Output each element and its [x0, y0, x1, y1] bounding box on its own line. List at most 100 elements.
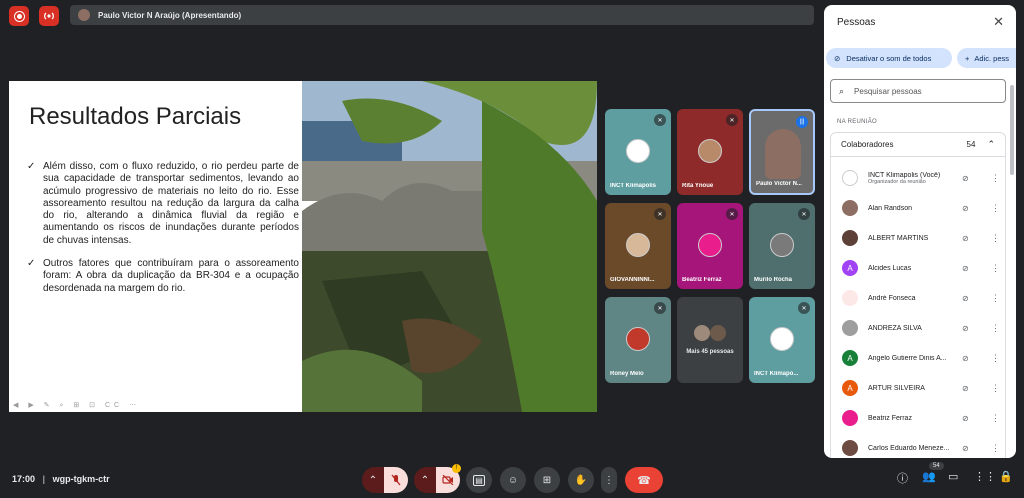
avatar: [626, 233, 650, 257]
slide-bullet: Outros fatores que contribuíram para o a…: [27, 258, 299, 295]
meeting-code: wgp-tgkm-ctr: [52, 474, 110, 484]
reactions-button[interactable]: ☺: [500, 467, 526, 493]
mic-off-icon: ⊘: [962, 443, 969, 453]
activities-icon[interactable]: ⋮⋮: [974, 470, 996, 483]
cc-button[interactable]: CC: [105, 402, 123, 409]
participant-name: INCT Klimapo...: [754, 371, 799, 377]
record-icon[interactable]: [9, 6, 29, 26]
participant-row[interactable]: A Angelo Gutierre Dinis A... ⊘ ⋮: [831, 343, 1007, 373]
search-placeholder: Pesquisar pessoas: [854, 86, 922, 96]
add-people-label: Adic. pess: [974, 53, 1009, 63]
participant-name-block: ANDREZA SILVA: [868, 325, 956, 332]
participant-name: Murilo Rocha: [754, 277, 793, 283]
chevron-up-icon[interactable]: ⌃: [987, 139, 995, 150]
participant-tile[interactable]: ✕ INCT Klimapo...: [749, 297, 815, 383]
avatar: [842, 410, 858, 426]
participant-tile[interactable]: ✕ Beatriz Ferraz: [677, 203, 743, 289]
more-vert-icon[interactable]: ⋮: [991, 203, 1000, 214]
avatar: [842, 320, 858, 336]
hang-up-icon: ☎: [637, 474, 651, 487]
more-vert-icon[interactable]: ⋮: [991, 323, 1000, 334]
participant-row[interactable]: André Fonseca ⊘ ⋮: [831, 283, 1007, 313]
more-vert-icon[interactable]: ⋮: [991, 173, 1000, 184]
chat-icon[interactable]: ▭: [948, 470, 958, 483]
avatar: [842, 200, 858, 216]
participant-tile[interactable]: ✕ Rita Ynoue: [677, 109, 743, 195]
mic-off-icon: ✕: [654, 114, 666, 126]
present-button[interactable]: ⊞: [534, 467, 560, 493]
participant-row[interactable]: A Alcides Lucas ⊘ ⋮: [831, 253, 1007, 283]
more-vert-icon[interactable]: ⋮: [991, 293, 1000, 304]
presenting-banner[interactable]: Paulo Victor N Araújo (Apresentando): [70, 5, 814, 25]
participant-row[interactable]: Carlos Eduardo Meneze... ⊘ ⋮: [831, 433, 1007, 458]
close-icon[interactable]: ✕: [993, 14, 1004, 30]
live-stream-icon[interactable]: [39, 6, 59, 26]
participant-name-block: Carlos Eduardo Meneze...: [868, 445, 956, 452]
more-vert-icon[interactable]: ⋮: [991, 233, 1000, 244]
participant-row[interactable]: Beatriz Ferraz ⊘ ⋮: [831, 403, 1007, 433]
participant-name: ARTUR SILVEIRA: [868, 384, 925, 392]
participant-tile[interactable]: ✕ Murilo Rocha: [749, 203, 815, 289]
participant-row[interactable]: Alan Randson ⊘ ⋮: [831, 193, 1007, 223]
avatar: [842, 440, 858, 456]
participant-row[interactable]: INCT Klimapolis (Você) Organizador da reu…: [831, 163, 1007, 193]
participant-row[interactable]: ANDREZA SILVA ⊘ ⋮: [831, 313, 1007, 343]
mic-toggle-button[interactable]: [384, 467, 408, 493]
camera-off-icon: [442, 475, 454, 485]
more-vert-icon[interactable]: ⋮: [991, 263, 1000, 274]
participant-tile[interactable]: ✕ GIOVANNINNI...: [605, 203, 671, 289]
info-icon[interactable]: ⓘ: [897, 470, 908, 486]
captions-button[interactable]: ▤: [466, 467, 492, 493]
participant-row[interactable]: ALBERT MARTINS ⊘ ⋮: [831, 223, 1007, 253]
participant-name: ANDREZA SILVA: [868, 324, 922, 332]
clock-time: 17:00: [12, 474, 36, 484]
leave-call-button[interactable]: ☎: [625, 467, 663, 493]
search-input[interactable]: ⌕ Pesquisar pessoas: [830, 79, 1006, 103]
mute-all-button[interactable]: ⊘ Desativar o som de todos: [826, 48, 952, 68]
search-icon: ⌕: [839, 85, 845, 96]
host-controls-icon[interactable]: 🔒: [999, 470, 1013, 483]
participant-name-block: Beatriz Ferraz: [868, 415, 956, 422]
raise-hand-button[interactable]: ✋: [568, 467, 594, 493]
more-vert-icon[interactable]: ⋮: [991, 443, 1000, 454]
participant-name-block: INCT Klimapolis (Você) Organizador da reu…: [868, 172, 956, 185]
mic-off-icon: ✕: [726, 114, 738, 126]
participant-tile[interactable]: ||| Paulo Victor N...: [749, 109, 815, 195]
participant-tile[interactable]: ✕ Roney Melo: [605, 297, 671, 383]
more-vert-icon[interactable]: ⋮: [991, 353, 1000, 364]
participant-name: INCT Klimapolis: [610, 183, 657, 189]
mic-off-icon: ⊘: [834, 53, 841, 63]
audio-options-chevron-icon[interactable]: ⌃: [362, 467, 384, 493]
participant-row[interactable]: A ARTUR SILVEIRA ⊘ ⋮: [831, 373, 1007, 403]
participant-role: Organizador da reunião: [868, 178, 926, 185]
participant-name-block: André Fonseca: [868, 295, 956, 302]
present-icon: ⊞: [542, 474, 552, 486]
more-options-button[interactable]: ⋮: [601, 467, 617, 493]
participant-tile[interactable]: ✕ INCT Klimapolis: [605, 109, 671, 195]
participant-name: Beatriz Ferraz: [682, 277, 722, 283]
participant-name: Angelo Gutierre Dinis A...: [868, 354, 947, 362]
add-people-button[interactable]: + Adic. pess: [957, 48, 1016, 68]
mic-off-icon: ⊘: [962, 263, 969, 273]
speaking-icon: |||: [796, 116, 808, 128]
slide-toolbar[interactable]: ◀ ▶ ✎ ⌕ ⊞ ⊡ CC ⋯: [13, 401, 140, 410]
avatar: [842, 170, 858, 186]
participant-name: Alcides Lucas: [868, 264, 912, 272]
more-vert-icon[interactable]: ⋮: [991, 383, 1000, 394]
section-label: NA REUNIÃO: [837, 119, 878, 125]
panel-title: Pessoas: [837, 17, 876, 28]
people-icon[interactable]: 👥: [922, 470, 936, 483]
more-vert-icon: ⋮: [604, 474, 614, 486]
scrollbar[interactable]: [1010, 85, 1014, 175]
mic-off-icon: ✕: [654, 208, 666, 220]
video-options-chevron-icon[interactable]: ⌃: [414, 467, 436, 493]
more-vert-icon[interactable]: ⋮: [991, 413, 1000, 424]
participant-name: Paulo Victor N...: [756, 181, 802, 187]
more-participants-tile[interactable]: Mais 45 pessoas: [677, 297, 743, 383]
river-photo: [302, 81, 597, 412]
mic-off-icon: ✕: [798, 302, 810, 314]
group-header[interactable]: Colaboradores 54 ⌃: [831, 133, 1005, 157]
people-count-badge: 54: [929, 462, 944, 470]
avatar: [694, 325, 710, 341]
avatar: A: [842, 380, 858, 396]
